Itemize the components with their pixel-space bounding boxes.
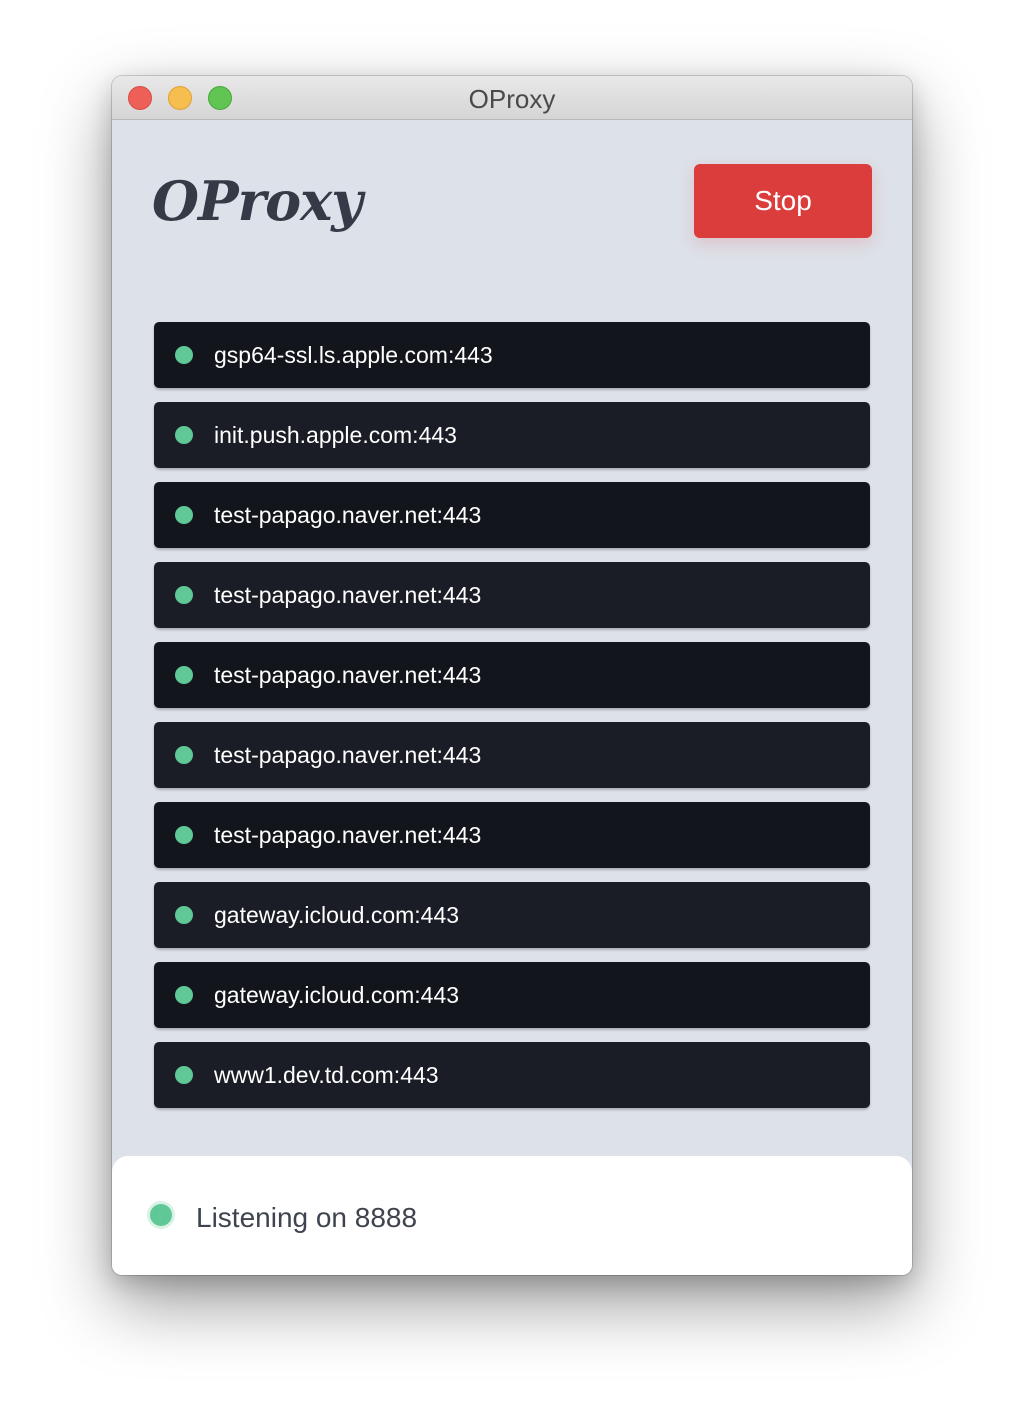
- connection-list: gsp64-ssl.ls.apple.com:443 init.push.app…: [154, 322, 870, 1122]
- connection-row[interactable]: test-papago.naver.net:443: [154, 802, 870, 868]
- connection-host: test-papago.naver.net:443: [214, 742, 482, 768]
- connection-host: test-papago.naver.net:443: [214, 822, 482, 848]
- connection-host: test-papago.naver.net:443: [214, 662, 482, 688]
- connection-host: test-papago.naver.net:443: [214, 502, 482, 528]
- connection-status-dot: [175, 586, 193, 604]
- connection-status-dot: [175, 426, 193, 444]
- connection-row[interactable]: gsp64-ssl.ls.apple.com:443: [154, 322, 870, 388]
- stop-button[interactable]: Stop: [694, 164, 872, 238]
- connection-status-dot: [175, 666, 193, 684]
- connection-row[interactable]: init.push.apple.com:443: [154, 402, 870, 468]
- connection-host: gsp64-ssl.ls.apple.com:443: [214, 342, 493, 368]
- connection-row[interactable]: www1.dev.td.com:443: [154, 1042, 870, 1108]
- connection-status-dot: [175, 906, 193, 924]
- connection-row[interactable]: gateway.icloud.com:443: [154, 962, 870, 1028]
- window-title: OProxy: [468, 84, 556, 114]
- connection-status-dot: [175, 746, 193, 764]
- listening-status-text: Listening on 8888: [196, 1202, 418, 1233]
- connection-host: gateway.icloud.com:443: [214, 982, 460, 1008]
- connection-host: init.push.apple.com:443: [214, 422, 457, 448]
- connection-status-dot: [175, 826, 193, 844]
- connection-status-dot: [175, 346, 193, 364]
- connection-row[interactable]: test-papago.naver.net:443: [154, 642, 870, 708]
- listening-status-dot: [150, 1204, 172, 1226]
- status-footer: Listening on 8888: [112, 1156, 912, 1275]
- connection-row[interactable]: gateway.icloud.com:443: [154, 882, 870, 948]
- connection-host: test-papago.naver.net:443: [214, 582, 482, 608]
- connection-status-dot: [175, 1066, 193, 1084]
- app-window: OProxy OProxy Stop gsp64-ssl.ls.apple.co…: [112, 76, 912, 1275]
- connection-host: www1.dev.td.com:443: [214, 1062, 439, 1088]
- connection-row[interactable]: test-papago.naver.net:443: [154, 562, 870, 628]
- connection-host: gateway.icloud.com:443: [214, 902, 460, 928]
- connection-row[interactable]: test-papago.naver.net:443: [154, 722, 870, 788]
- app-logo: OProxy: [152, 169, 363, 233]
- connection-status-dot: [175, 986, 193, 1004]
- connection-status-dot: [175, 506, 193, 524]
- connection-row[interactable]: test-papago.naver.net:443: [154, 482, 870, 548]
- title-bar[interactable]: OProxy: [112, 76, 912, 120]
